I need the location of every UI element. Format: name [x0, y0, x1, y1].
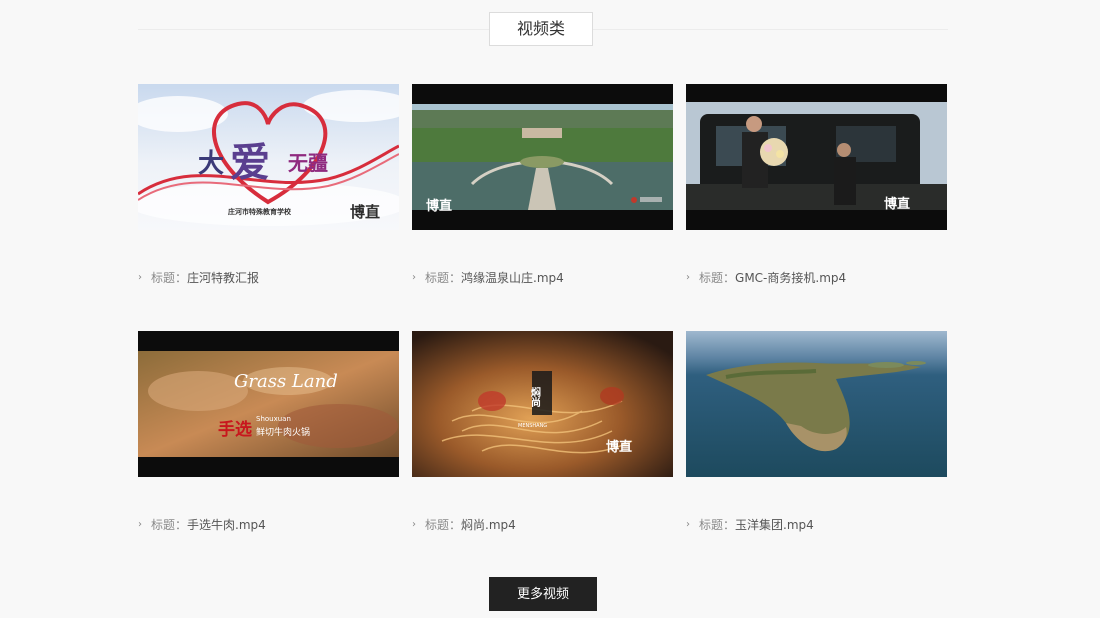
- video-card[interactable]: 大 爱 无疆 庄河市特殊教育学校 博直 › 标题： 庄河特教汇报: [138, 84, 399, 289]
- thumb-logo: 博直: [426, 198, 452, 214]
- video-card[interactable]: Grass Land 手选 Shouxuan 鲜切牛肉火锅 › 标题： 手选牛肉…: [138, 331, 399, 536]
- caption-label: 标题：: [151, 517, 188, 532]
- video-card[interactable]: › 标题： 玉洋集团.mp4: [686, 331, 947, 536]
- thumb-cn-text-1: 手选: [218, 419, 252, 440]
- thumb-logo: 博直: [350, 203, 380, 221]
- thumbnail-image: Grass Land 手选 Shouxuan 鲜切牛肉火锅: [138, 331, 399, 477]
- chevron-right-icon: ›: [412, 518, 416, 530]
- video-card[interactable]: 博直 › 标题： GMC-商务接机.mp4: [686, 84, 947, 289]
- chevron-right-icon: ›: [412, 271, 416, 283]
- video-title[interactable]: 鸿缘温泉山庄.mp4: [461, 269, 564, 286]
- video-caption[interactable]: › 标题： 玉洋集团.mp4: [686, 515, 814, 533]
- chevron-right-icon: ›: [138, 518, 142, 530]
- video-card[interactable]: 博直 › 标题： 鸿缘温泉山庄.mp4: [412, 84, 673, 289]
- thumbnail-image: 博直: [686, 84, 947, 230]
- thumbnail-image: [686, 331, 947, 477]
- thumb-logo: 博直: [606, 439, 632, 455]
- video-title[interactable]: GMC-商务接机.mp4: [735, 269, 846, 286]
- thumb-brand: Grass Land: [234, 371, 338, 392]
- thumb-brand-en: MENSHANG: [518, 423, 547, 429]
- video-thumbnail[interactable]: Grass Land 手选 Shouxuan 鲜切牛肉火锅: [138, 331, 399, 477]
- video-thumbnail[interactable]: 大 爱 无疆 庄河市特殊教育学校 博直: [138, 84, 399, 230]
- video-caption[interactable]: › 标题： 焖尚.mp4: [412, 515, 516, 533]
- section-title: 视频类: [489, 12, 593, 46]
- video-thumbnail[interactable]: [686, 331, 947, 477]
- video-title[interactable]: 手选牛肉.mp4: [187, 516, 266, 533]
- video-title[interactable]: 焖尚.mp4: [461, 516, 516, 533]
- thumbnail-image: 焖尚 MENSHANG 博直: [412, 331, 673, 477]
- caption-label: 标题：: [699, 270, 736, 285]
- section-header: 视频类: [138, 12, 948, 46]
- caption-label: 标题：: [699, 517, 736, 532]
- thumb-text-2: 爱: [230, 139, 270, 186]
- thumb-text-3: 无疆: [288, 151, 328, 175]
- thumbnail-image: 博直: [412, 84, 673, 230]
- thumb-pinyin: Shouxuan: [256, 415, 291, 423]
- more-videos-button[interactable]: 更多视频: [489, 577, 597, 611]
- video-thumbnail[interactable]: 博直: [686, 84, 947, 230]
- caption-label: 标题：: [425, 270, 462, 285]
- video-caption[interactable]: › 标题： GMC-商务接机.mp4: [686, 268, 846, 286]
- video-thumbnail[interactable]: 博直: [412, 84, 673, 230]
- video-caption[interactable]: › 标题： 庄河特教汇报: [138, 268, 259, 286]
- chevron-right-icon: ›: [686, 271, 690, 283]
- video-card[interactable]: 焖尚 MENSHANG 博直 › 标题： 焖尚.mp4: [412, 331, 673, 536]
- thumb-brand: 焖尚: [529, 386, 541, 408]
- thumb-subtext: 庄河市特殊教育学校: [228, 207, 292, 216]
- caption-label: 标题：: [425, 517, 462, 532]
- chevron-right-icon: ›: [686, 518, 690, 530]
- video-thumbnail[interactable]: 焖尚 MENSHANG 博直: [412, 331, 673, 477]
- video-caption[interactable]: › 标题： 鸿缘温泉山庄.mp4: [412, 268, 564, 286]
- video-title[interactable]: 玉洋集团.mp4: [735, 516, 814, 533]
- caption-label: 标题：: [151, 270, 188, 285]
- video-title[interactable]: 庄河特教汇报: [187, 269, 259, 286]
- thumb-text-1: 大: [198, 149, 224, 179]
- chevron-right-icon: ›: [138, 271, 142, 283]
- thumbnail-image: 大 爱 无疆 庄河市特殊教育学校 博直: [138, 84, 399, 230]
- thumb-logo: 博直: [884, 196, 910, 212]
- thumb-cn-text-2: 鲜切牛肉火锅: [256, 426, 310, 438]
- video-caption[interactable]: › 标题： 手选牛肉.mp4: [138, 515, 266, 533]
